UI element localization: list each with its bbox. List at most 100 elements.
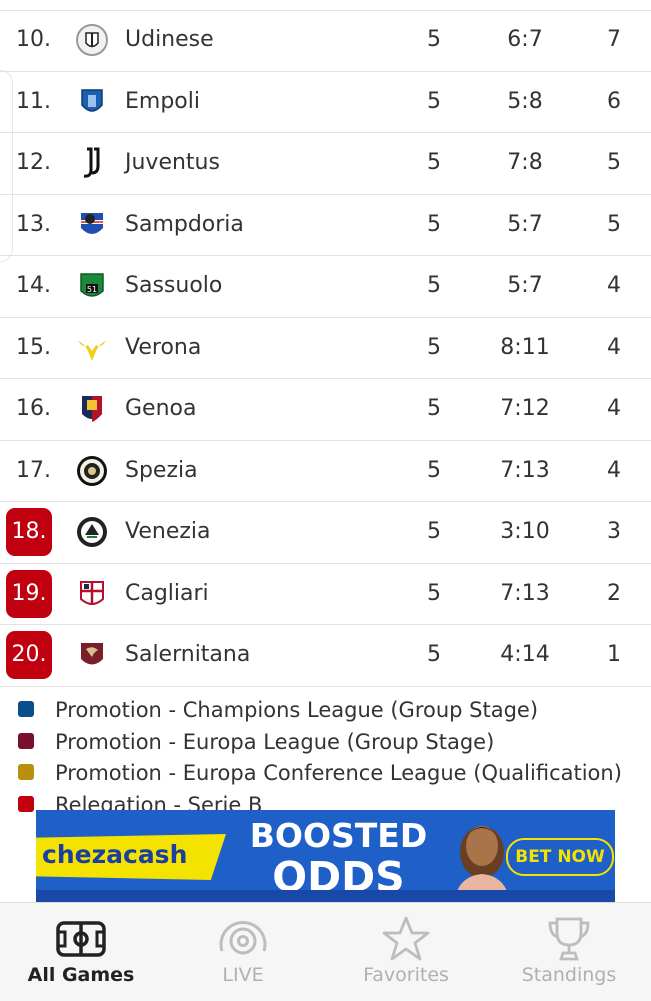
table-row[interactable]: 19. Cagliari 5 7:13 2 bbox=[0, 564, 651, 625]
goal-difference: 8:11 bbox=[500, 334, 550, 360]
matches-played: 5 bbox=[427, 519, 441, 544]
team-name: Verona bbox=[125, 334, 202, 360]
nav-item-standings[interactable]: Standings bbox=[488, 903, 650, 1001]
table-row[interactable]: 20. Salernitana 5 4:14 1 bbox=[0, 625, 651, 687]
star-icon bbox=[382, 916, 430, 961]
matches-played: 5 bbox=[427, 457, 441, 483]
rank-label: 14. bbox=[16, 273, 51, 298]
venezia-crest-icon bbox=[77, 517, 107, 547]
matches-played: 5 bbox=[427, 211, 441, 237]
team-name: Udinese bbox=[125, 27, 214, 52]
table-row[interactable]: 11. Empoli 5 5:8 6 bbox=[0, 72, 651, 133]
standings-legend: Promotion - Champions League (Group Stag… bbox=[0, 692, 651, 818]
points: 5 bbox=[607, 211, 621, 237]
legend-color-swatch bbox=[18, 732, 34, 749]
points: 5 bbox=[607, 150, 621, 175]
table-row[interactable]: 15. Verona 5 8:11 4 bbox=[0, 318, 651, 379]
ad-brand-logo: chezacash bbox=[42, 840, 188, 869]
live-broadcast-icon bbox=[219, 920, 267, 955]
table-row[interactable]: 18. Venezia 5 3:10 3 bbox=[0, 502, 651, 564]
team-name: Sassuolo bbox=[125, 273, 223, 298]
table-row[interactable]: 16. Genoa 5 7:12 4 bbox=[0, 379, 651, 441]
points: 6 bbox=[607, 88, 621, 114]
points: 4 bbox=[607, 457, 621, 483]
legend-color-swatch bbox=[18, 764, 34, 780]
ad-cta-button[interactable]: BET NOW bbox=[506, 838, 614, 876]
team-name: Venezia bbox=[125, 519, 211, 544]
nav-item-live[interactable]: LIVE bbox=[162, 903, 324, 1001]
ad-bottom-stripe bbox=[36, 890, 615, 902]
bottom-navigation: All Games LIVE Favorites Standings bbox=[0, 902, 651, 1001]
matches-played: 5 bbox=[427, 150, 441, 175]
table-row[interactable]: 12. Juventus 5 7:8 5 bbox=[0, 133, 651, 195]
goal-difference: 5:7 bbox=[507, 211, 543, 237]
team-name: Empoli bbox=[125, 88, 200, 114]
sassuolo-crest-icon: 51 bbox=[80, 273, 104, 297]
matches-played: 5 bbox=[427, 88, 441, 114]
svg-text:51: 51 bbox=[87, 285, 97, 294]
empoli-crest-icon bbox=[81, 88, 103, 112]
rank-label-relegation: 19. bbox=[6, 569, 52, 618]
spezia-crest-icon bbox=[77, 455, 107, 486]
table-row[interactable]: 10. Udinese 5 6:7 7 bbox=[0, 10, 651, 72]
points: 2 bbox=[607, 580, 621, 606]
goal-difference: 3:10 bbox=[500, 519, 550, 544]
nav-item-favorites[interactable]: Favorites bbox=[325, 903, 487, 1001]
trophy-icon bbox=[548, 917, 590, 961]
team-name: Salernitana bbox=[125, 642, 251, 667]
rank-label: 11. bbox=[16, 88, 51, 114]
team-name: Sampdoria bbox=[125, 211, 244, 237]
rank-label: 16. bbox=[16, 396, 51, 421]
goal-difference: 5:7 bbox=[507, 273, 543, 298]
ad-headline-top: BOOSTED bbox=[249, 816, 428, 855]
team-name: Cagliari bbox=[125, 580, 209, 606]
points: 4 bbox=[607, 334, 621, 360]
matches-played: 5 bbox=[427, 580, 441, 606]
team-name: Spezia bbox=[125, 457, 198, 483]
juventus-crest-icon bbox=[83, 147, 100, 178]
goal-difference: 7:13 bbox=[500, 580, 550, 606]
rank-label: 15. bbox=[16, 334, 51, 360]
table-row[interactable]: 13. Sampdoria 5 5:7 5 bbox=[0, 195, 651, 256]
points: 4 bbox=[607, 273, 621, 298]
matches-played: 5 bbox=[427, 642, 441, 667]
points: 7 bbox=[607, 27, 621, 52]
team-name: Genoa bbox=[125, 396, 197, 421]
nav-item-all-games[interactable]: All Games bbox=[0, 903, 162, 1001]
goal-difference: 7:12 bbox=[500, 396, 550, 421]
points: 4 bbox=[607, 396, 621, 421]
points: 1 bbox=[607, 642, 621, 667]
goal-difference: 5:8 bbox=[507, 88, 543, 114]
matches-played: 5 bbox=[427, 396, 441, 421]
rank-label: 12. bbox=[16, 150, 51, 175]
matches-played: 5 bbox=[427, 273, 441, 298]
team-name: Juventus bbox=[125, 150, 220, 175]
rank-label: 17. bbox=[16, 457, 51, 483]
standings-table: 10. Udinese 5 6:7 7 11. Empoli 5 5:8 6 1… bbox=[0, 10, 651, 687]
legend-item: Promotion - Europa League (Group Stage) bbox=[0, 724, 651, 756]
rank-label-relegation: 18. bbox=[6, 508, 52, 556]
nav-label: Favorites bbox=[363, 964, 449, 986]
nav-label: LIVE bbox=[222, 964, 264, 986]
goal-difference: 6:7 bbox=[507, 27, 543, 52]
ad-banner[interactable]: chezacash BOOSTED ODDS BET NOW bbox=[36, 810, 615, 902]
verona-crest-icon bbox=[78, 340, 106, 361]
rank-label: 10. bbox=[16, 27, 51, 52]
field-icon bbox=[56, 921, 106, 957]
nav-label: All Games bbox=[27, 964, 135, 986]
rank-label-relegation: 20. bbox=[6, 631, 52, 679]
matches-played: 5 bbox=[427, 27, 441, 52]
goal-difference: 7:8 bbox=[507, 150, 543, 175]
table-row[interactable]: 17. Spezia 5 7:13 4 bbox=[0, 441, 651, 502]
goal-difference: 4:14 bbox=[500, 642, 550, 667]
nav-label: Standings bbox=[521, 964, 617, 986]
cagliari-crest-icon bbox=[80, 580, 104, 605]
goal-difference: 7:13 bbox=[500, 457, 550, 483]
table-row[interactable]: 14. 51 Sassuolo 5 5:7 4 bbox=[0, 256, 651, 318]
legend-item: Promotion - Europa Conference League (Qu… bbox=[0, 755, 651, 787]
rank-label: 13. bbox=[16, 211, 51, 237]
legend-color-swatch bbox=[18, 795, 34, 812]
points: 3 bbox=[607, 519, 621, 544]
sampdoria-crest-icon bbox=[81, 212, 103, 234]
udinese-crest-icon bbox=[76, 24, 108, 56]
